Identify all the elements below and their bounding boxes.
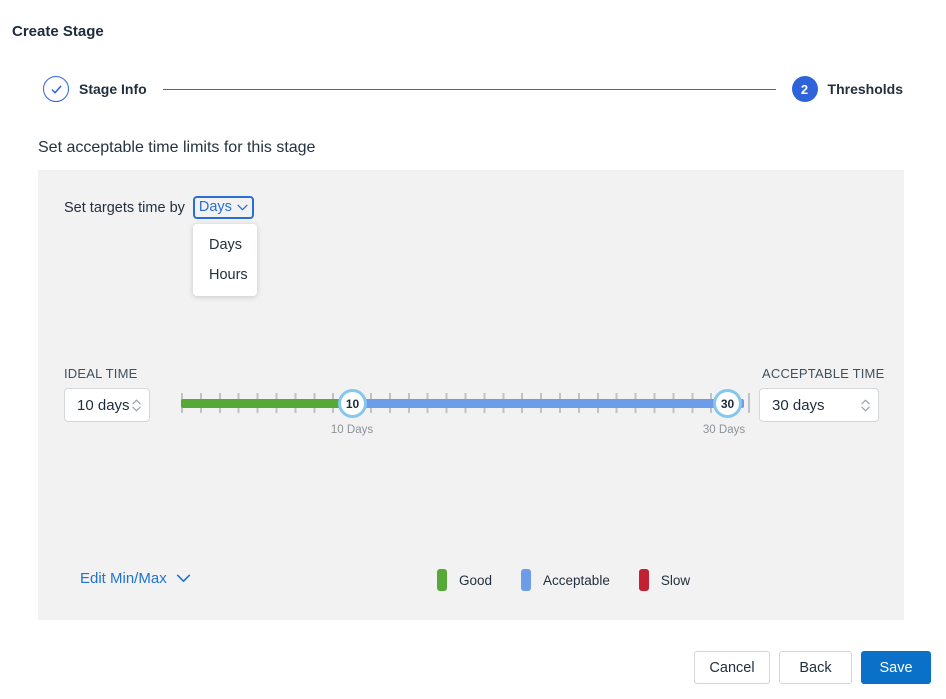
legend-slow-label: Slow [661, 573, 690, 588]
slider-min-handle-label: 10 Days [331, 424, 373, 436]
step-complete-circle [43, 76, 69, 102]
edit-minmax-link[interactable]: Edit Min/Max [80, 570, 191, 587]
step-thresholds[interactable]: 2 Thresholds [792, 76, 903, 102]
cancel-button[interactable]: Cancel [694, 651, 770, 684]
legend-item-slow: Slow [639, 569, 690, 591]
acceptable-time-stepper[interactable] [861, 399, 870, 412]
slider-legend: Good Acceptable Slow [437, 569, 719, 591]
slider-rail[interactable] [181, 399, 744, 408]
acceptable-time-input[interactable]: 30 days [759, 388, 879, 422]
ideal-time-label: IDEAL TIME [64, 366, 138, 381]
back-button[interactable]: Back [779, 651, 852, 684]
chevron-down-icon [176, 574, 191, 583]
page-title: Create Stage [12, 23, 104, 40]
time-range-slider: 10 30 10 Days 30 Days [181, 388, 748, 450]
chevron-down-icon [132, 406, 141, 412]
good-swatch [437, 569, 447, 591]
legend-good-label: Good [459, 573, 492, 588]
acceptable-time-label: ACCEPTABLE TIME [762, 366, 884, 381]
stepper: Stage Info 2 Thresholds [43, 76, 903, 102]
chevron-up-icon [861, 399, 870, 405]
slider-acceptable-segment [352, 399, 744, 408]
stepper-connector-line [163, 89, 776, 90]
slow-swatch [639, 569, 649, 591]
acceptable-time-value: 30 days [772, 397, 825, 414]
time-unit-dropdown[interactable]: Days [193, 196, 254, 219]
step-thresholds-label: Thresholds [828, 81, 903, 97]
set-targets-label: Set targets time by [64, 200, 185, 216]
set-targets-row: Set targets time by Days [64, 196, 254, 219]
chevron-down-icon [237, 204, 248, 211]
step-stage-info-label: Stage Info [79, 81, 147, 97]
section-heading: Set acceptable time limits for this stag… [38, 139, 315, 157]
slider-min-handle[interactable]: 10 [338, 389, 367, 418]
step-number-circle: 2 [792, 76, 818, 102]
legend-item-acceptable: Acceptable [521, 569, 610, 591]
legend-acceptable-label: Acceptable [543, 573, 610, 588]
time-unit-dropdown-menu: Days Hours [193, 224, 257, 296]
acceptable-swatch [521, 569, 531, 591]
thresholds-panel: Set targets time by Days Days Hours IDEA… [38, 170, 904, 620]
dropdown-option-hours[interactable]: Hours [193, 260, 257, 290]
slider-good-segment [181, 399, 352, 408]
save-button[interactable]: Save [861, 651, 931, 684]
slider-max-handle-label: 30 Days [703, 424, 745, 436]
ideal-time-value: 10 days [77, 397, 130, 414]
chevron-up-icon [132, 399, 141, 405]
edit-minmax-label: Edit Min/Max [80, 570, 167, 587]
time-unit-selected-value: Days [199, 199, 232, 215]
slider-max-handle[interactable]: 30 [713, 389, 742, 418]
chevron-down-icon [861, 406, 870, 412]
ideal-time-stepper[interactable] [132, 399, 141, 412]
ideal-time-input[interactable]: 10 days [64, 388, 150, 422]
step-stage-info[interactable]: Stage Info [43, 76, 147, 102]
dropdown-option-days[interactable]: Days [193, 230, 257, 260]
check-icon [50, 83, 63, 96]
legend-item-good: Good [437, 569, 492, 591]
